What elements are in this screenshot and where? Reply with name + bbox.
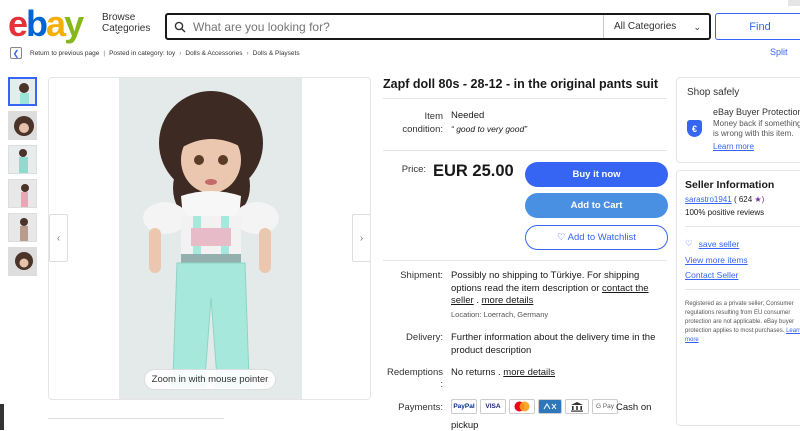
window-edge — [0, 404, 4, 430]
thumbnail-1[interactable] — [8, 77, 37, 106]
cash-on-pickup-cont: pickup — [451, 420, 479, 431]
seller-info-panel: Seller Information sarastro1941 ( 624 ★)… — [676, 170, 800, 426]
star-icon: ★) — [754, 195, 765, 204]
payment-methods: PayPal VISA G Pay — [451, 399, 618, 414]
redemptions-label: Redemptions : — [387, 367, 443, 390]
google-pay-icon: G Pay — [592, 399, 618, 414]
logo-letter: b — [26, 3, 48, 44]
condition-value: Needed — [451, 110, 485, 121]
seller-info-title: Seller Information — [685, 179, 775, 191]
chevron-right-icon: › — [246, 49, 249, 57]
seller-name-link[interactable]: sarastro1941 — [685, 195, 732, 204]
thumbnail-6[interactable] — [8, 247, 37, 276]
logo-letter: a — [46, 3, 66, 44]
returns-more-details-link[interactable]: more details — [503, 367, 555, 378]
previous-image-button[interactable]: ‹ — [49, 214, 68, 262]
buy-it-now-button[interactable]: Buy it now — [525, 162, 668, 187]
search-icon — [167, 21, 193, 33]
find-button[interactable]: Find — [715, 13, 800, 40]
breadcrumb-separator: | — [103, 49, 106, 57]
item-location: Location: Loerrach, Germany — [451, 309, 548, 322]
feedback-count: ( 624 — [733, 195, 753, 204]
item-title: Zapf doll 80s - 28-12 - in the original … — [383, 77, 659, 91]
cash-on-pickup: Cash on — [616, 402, 652, 413]
redemptions-info: No returns . more details — [451, 367, 555, 380]
breadcrumb-link-dolls-accessories[interactable]: Dolls & Accessories — [185, 50, 242, 57]
product-photo[interactable] — [119, 78, 302, 399]
condition-label: Item condition: — [402, 111, 443, 135]
shipment-text: . — [473, 295, 482, 306]
mastercard-icon — [509, 399, 535, 414]
shipment-info: Possibly no shipping to Türkiye. For shi… — [451, 270, 671, 308]
next-image-button[interactable]: › — [352, 214, 370, 262]
thumbnail-5[interactable] — [8, 213, 37, 242]
divider — [685, 289, 800, 290]
chevron-right-icon: › — [179, 49, 182, 57]
seller-name: sarastro1941 ( 624 ★) — [685, 195, 764, 204]
shop-safely-title: Shop safely — [687, 87, 740, 98]
price-label: Price: — [401, 164, 426, 175]
shipment-label: Shipment: — [400, 270, 443, 281]
search-input[interactable] — [193, 15, 603, 38]
zoom-hint: Zoom in with mouse pointer — [144, 369, 276, 390]
price-value: EUR 25.00 — [433, 162, 514, 180]
save-seller-button[interactable]: ♡ save seller — [685, 238, 739, 249]
add-to-cart-button[interactable]: Add to Cart — [525, 193, 668, 218]
divider — [383, 260, 667, 261]
category-select-value: All Categories — [614, 21, 677, 32]
back-arrow-icon[interactable]: ❮ — [10, 47, 22, 59]
visa-icon: VISA — [480, 399, 506, 414]
divider — [383, 98, 667, 99]
save-seller-label: save seller — [698, 238, 740, 249]
chevron-down-icon: ⌄ — [114, 26, 122, 36]
chevron-left-icon: ‹ — [56, 232, 61, 244]
contact-seller-link[interactable]: Contact Seller — [685, 270, 738, 280]
bank-transfer-icon — [565, 399, 589, 414]
learn-more-link[interactable]: Learn more — [713, 142, 754, 151]
shop-safely-panel: Shop safely € eBay Buyer Protection Mone… — [676, 77, 800, 163]
heart-icon: ♡ — [685, 238, 693, 248]
breadcrumb-link-dolls-playsets[interactable]: Dolls & Playsets — [253, 50, 300, 57]
private-seller-text: Registered as a private seller; Consumer… — [685, 301, 795, 334]
buyer-protection-heading: eBay Buyer Protection — [713, 107, 800, 117]
delivery-label: Delivery: — [406, 332, 443, 343]
divider — [685, 226, 800, 227]
category-select[interactable]: All Categories ⌄ — [603, 15, 709, 38]
amex-icon — [538, 399, 562, 414]
location-text: Location: Loerrach, Germany — [451, 310, 549, 319]
positive-reviews: 100% positive reviews — [685, 208, 765, 217]
split-link[interactable]: Split — [770, 47, 788, 57]
buyer-protection-text: Money back if something is wrong with th… — [713, 119, 800, 138]
logo-letter: e — [8, 3, 28, 44]
view-more-items-link[interactable]: View more items — [685, 255, 748, 265]
divider — [48, 418, 224, 419]
delivery-text: Further information about the delivery t… — [451, 332, 656, 356]
private-seller-note: Registered as a private seller; Consumer… — [685, 300, 800, 345]
search-bar: All Categories ⌄ — [165, 13, 711, 40]
chevron-right-icon: › — [359, 232, 364, 244]
redemptions-text: No returns . — [451, 367, 504, 378]
header: ebay Browse Categories ⌄ All Categories … — [0, 0, 800, 42]
thumbnail-list — [8, 77, 37, 281]
thumbnail-4[interactable] — [8, 179, 37, 208]
shipping-more-details-link[interactable]: more details — [482, 295, 534, 306]
return-link[interactable]: Return to previous page — [30, 50, 99, 57]
posted-in-category: Posted in category: toy — [109, 49, 176, 57]
divider — [383, 150, 667, 151]
payments-label: Payments: — [398, 402, 443, 413]
add-to-watchlist-button[interactable]: ♡ Add to Watchlist — [525, 225, 668, 250]
logo-letter: y — [64, 3, 84, 44]
browse-categories-button[interactable]: Browse Categories — [102, 12, 152, 34]
notification-icon[interactable] — [788, 0, 800, 6]
thumbnail-2[interactable] — [8, 111, 37, 140]
thumbnail-3[interactable] — [8, 145, 37, 174]
condition-note: “ good to very good” — [451, 124, 528, 134]
main-image-viewer: ‹ › Zoom in with mouse pointer — [48, 77, 371, 400]
paypal-icon: PayPal — [451, 399, 477, 414]
chevron-down-icon: ⌄ — [693, 22, 701, 32]
shield-icon: € — [687, 120, 702, 137]
breadcrumb: ❮ Return to previous page | Posted in ca… — [10, 47, 300, 59]
ebay-logo[interactable]: ebay — [8, 3, 84, 44]
